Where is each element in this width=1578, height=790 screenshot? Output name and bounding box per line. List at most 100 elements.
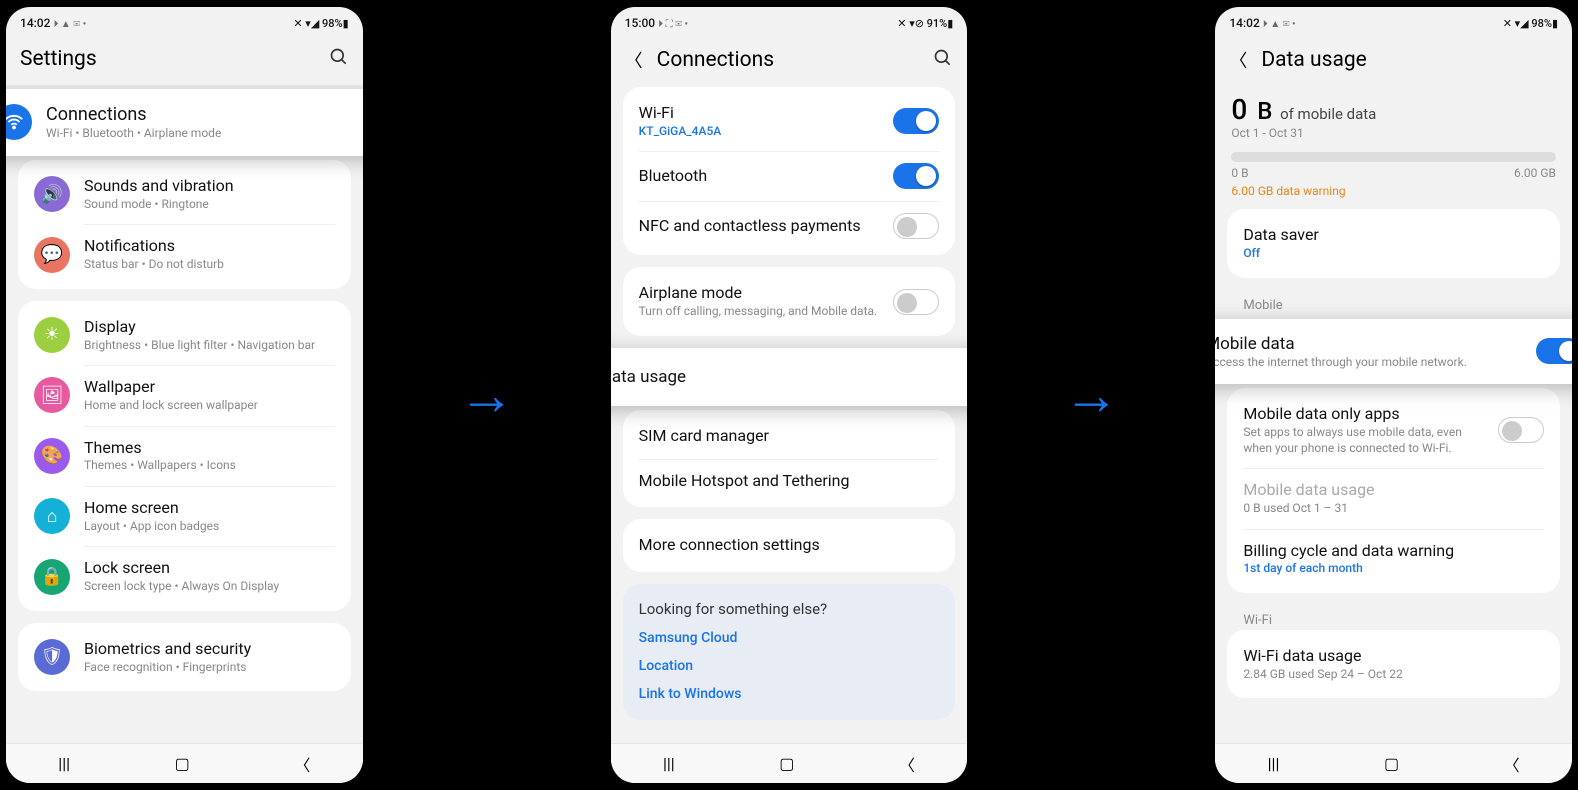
toggle[interactable]: [893, 108, 939, 134]
search-icon[interactable]: [329, 47, 349, 71]
home-button[interactable]: ▢: [779, 754, 794, 773]
settings-row[interactable]: 🔒 Lock screenScreen lock type • Always On…: [18, 546, 351, 606]
row-title: Themes: [84, 438, 335, 459]
row-icon: 🔒: [34, 559, 70, 595]
settings-row[interactable]: Mobile data only appsSet apps to always …: [1227, 392, 1560, 468]
row-title: Mobile Hotspot and Tethering: [639, 471, 940, 492]
home-button[interactable]: ▢: [1384, 754, 1399, 773]
row-subtitle: 0 B used Oct 1 – 31: [1243, 501, 1544, 517]
phone-connections: 15:00 ⏵ ⛶ ✉ • ✕ ▾⊘ 91%▮ 〈 Connections Wi…: [605, 1, 974, 789]
connections-title: Connections: [46, 103, 363, 126]
back-icon[interactable]: 〈: [625, 47, 643, 73]
wifi-icon: [6, 104, 32, 140]
row-title: Airplane mode: [639, 283, 880, 304]
row-subtitle: 1st day of each month: [1243, 561, 1544, 577]
section-mobile: Mobile: [1227, 290, 1560, 315]
settings-row[interactable]: 🔊 Sounds and vibrationSound mode • Ringto…: [18, 164, 351, 224]
settings-row[interactable]: 💬NotificationsStatus bar • Do not distur…: [18, 224, 351, 284]
back-button[interactable]: 〈: [899, 752, 915, 776]
wifi-data-usage-row[interactable]: Wi-Fi data usage 2.84 GB used Sep 24 – O…: [1227, 634, 1560, 694]
settings-row[interactable]: Airplane modeTurn off calling, messaging…: [623, 271, 956, 331]
usage-bar: [1231, 152, 1556, 162]
settings-row[interactable]: SIM card manager: [623, 414, 956, 459]
settings-row[interactable]: Bluetooth: [623, 151, 956, 201]
search-icon[interactable]: [933, 48, 953, 72]
settings-row[interactable]: Mobile data usage0 B used Oct 1 – 31: [1227, 468, 1560, 528]
row-icon: 🖼: [34, 377, 70, 413]
settings-row[interactable]: 🛡 Biometrics and securityFace recognition…: [18, 627, 351, 687]
looking-for: Looking for something else? Samsung Clou…: [623, 584, 956, 720]
settings-row[interactable]: ☀ DisplayBrightness • Blue light filter •…: [18, 305, 351, 365]
link[interactable]: Link to Windows: [623, 680, 956, 708]
settings-row[interactable]: Mobile Hotspot and Tethering: [623, 459, 956, 504]
mobile-data-highlight[interactable]: Mobile data Access the internet through …: [1215, 319, 1572, 385]
home-button[interactable]: ▢: [175, 754, 190, 773]
recents-button[interactable]: |||: [663, 754, 675, 773]
row-icon: 🎨: [34, 438, 70, 474]
row-title: Bluetooth: [639, 166, 880, 187]
recents-button[interactable]: |||: [58, 754, 70, 773]
row-subtitle: Themes • Wallpapers • Icons: [84, 458, 335, 474]
arrow-icon: →: [1063, 362, 1119, 428]
settings-row[interactable]: NFC and contactless payments: [623, 201, 956, 251]
row-title: Home screen: [84, 498, 335, 519]
row-subtitle: Brightness • Blue light filter • Navigat…: [84, 338, 335, 354]
data-saver-row[interactable]: Data saver Off: [1227, 213, 1560, 273]
row-title: Lock screen: [84, 558, 335, 579]
settings-row[interactable]: More connection settings: [623, 523, 956, 568]
status-bar: 14:02 ⏵ ▲ ✉ • ✕ ▾◢ 98%▮: [6, 7, 363, 35]
header: 〈 Data usage: [1215, 35, 1572, 87]
row-subtitle: KT_GiGA_4A5A: [639, 124, 880, 140]
toggle[interactable]: [893, 213, 939, 239]
settings-row[interactable]: ⌂Home screenLayout • App icon badges: [18, 486, 351, 546]
phone-data-usage: 14:02 ⏵ ▲ ✉ • ✕ ▾◢ 98%▮ 〈 Data usage 0 B…: [1209, 1, 1578, 789]
page-title: Connections: [657, 48, 920, 72]
row-title: Sounds and vibration: [84, 176, 335, 197]
section-wifi: Wi-Fi: [1227, 605, 1560, 630]
header: Settings: [6, 35, 363, 85]
row-icon: 🛡: [34, 639, 70, 675]
toggle[interactable]: [893, 289, 939, 315]
back-icon[interactable]: 〈: [1229, 47, 1247, 73]
back-button[interactable]: 〈: [1504, 752, 1520, 776]
row-icon: 🔊: [34, 176, 70, 212]
row-title: Mobile data only apps: [1243, 404, 1484, 425]
settings-row[interactable]: Billing cycle and data warning1st day of…: [1227, 529, 1560, 589]
recents-button[interactable]: |||: [1268, 754, 1280, 773]
page-title: Settings: [20, 47, 315, 71]
row-title: Notifications: [84, 236, 335, 257]
row-title: More connection settings: [639, 535, 940, 556]
nav-bar: ||| ▢ 〈: [1215, 743, 1572, 783]
settings-row[interactable]: Wi-FiKT_GiGA_4A5A: [623, 91, 956, 151]
row-title: Biometrics and security: [84, 639, 335, 660]
row-title: Display: [84, 317, 335, 338]
status-bar: 15:00 ⏵ ⛶ ✉ • ✕ ▾⊘ 91%▮: [611, 7, 968, 35]
connections-highlight[interactable]: Connections Wi-Fi • Bluetooth • Airplane…: [6, 89, 363, 156]
row-subtitle: Set apps to always use mobile data, even…: [1243, 425, 1484, 456]
settings-row[interactable]: 🎨 ThemesThemes • Wallpapers • Icons: [18, 426, 351, 486]
nav-bar: ||| ▢ 〈: [6, 743, 363, 783]
page-title: Data usage: [1261, 48, 1558, 72]
phone-settings: 14:02 ⏵ ▲ ✉ • ✕ ▾◢ 98%▮ Settings Connect…: [0, 1, 369, 789]
row-title: NFC and contactless payments: [639, 216, 880, 237]
toggle[interactable]: [893, 163, 939, 189]
row-title: Mobile data usage: [1243, 480, 1544, 501]
data-usage-highlight[interactable]: Data usage: [611, 348, 968, 406]
row-subtitle: Sound mode • Ringtone: [84, 197, 335, 213]
settings-row[interactable]: 🖼 WallpaperHome and lock screen wallpaper: [18, 365, 351, 425]
row-title: SIM card manager: [639, 426, 940, 447]
row-icon: ☀: [34, 317, 70, 353]
row-icon: ⌂: [34, 498, 70, 534]
row-subtitle: Home and lock screen wallpaper: [84, 398, 335, 414]
row-subtitle: Face recognition • Fingerprints: [84, 660, 335, 676]
nav-bar: ||| ▢ 〈: [611, 743, 968, 783]
row-subtitle: Screen lock type • Always On Display: [84, 579, 335, 595]
link[interactable]: Location: [623, 652, 956, 680]
back-button[interactable]: 〈: [294, 752, 310, 776]
mobile-data-toggle[interactable]: [1536, 338, 1572, 364]
toggle[interactable]: [1498, 417, 1544, 443]
row-title: Wallpaper: [84, 377, 335, 398]
row-title: Billing cycle and data warning: [1243, 541, 1544, 562]
usage-summary: 0 B of mobile data Oct 1 - Oct 31 0 B 6.…: [1227, 87, 1560, 209]
link[interactable]: Samsung Cloud: [623, 624, 956, 652]
